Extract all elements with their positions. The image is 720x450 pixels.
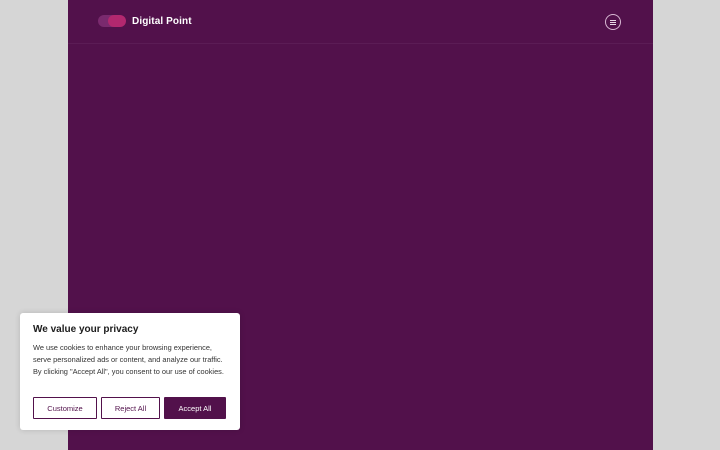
accept-all-button[interactable]: Accept All (164, 397, 226, 419)
logo-icon (98, 14, 126, 28)
customize-button[interactable]: Customize (33, 397, 97, 419)
menu-button[interactable] (605, 14, 621, 30)
cookie-title: We value your privacy (33, 324, 139, 335)
cookie-description: We use cookies to enhance your browsing … (33, 343, 224, 376)
brand-name: Digital Point (132, 15, 192, 27)
site-logo[interactable]: Digital Point (98, 14, 192, 28)
hamburger-menu-icon (610, 19, 616, 25)
reject-all-button[interactable]: Reject All (101, 397, 160, 419)
site-header: Digital Point (68, 0, 653, 44)
cookie-consent-banner: We value your privacy We use cookies to … (20, 313, 240, 430)
